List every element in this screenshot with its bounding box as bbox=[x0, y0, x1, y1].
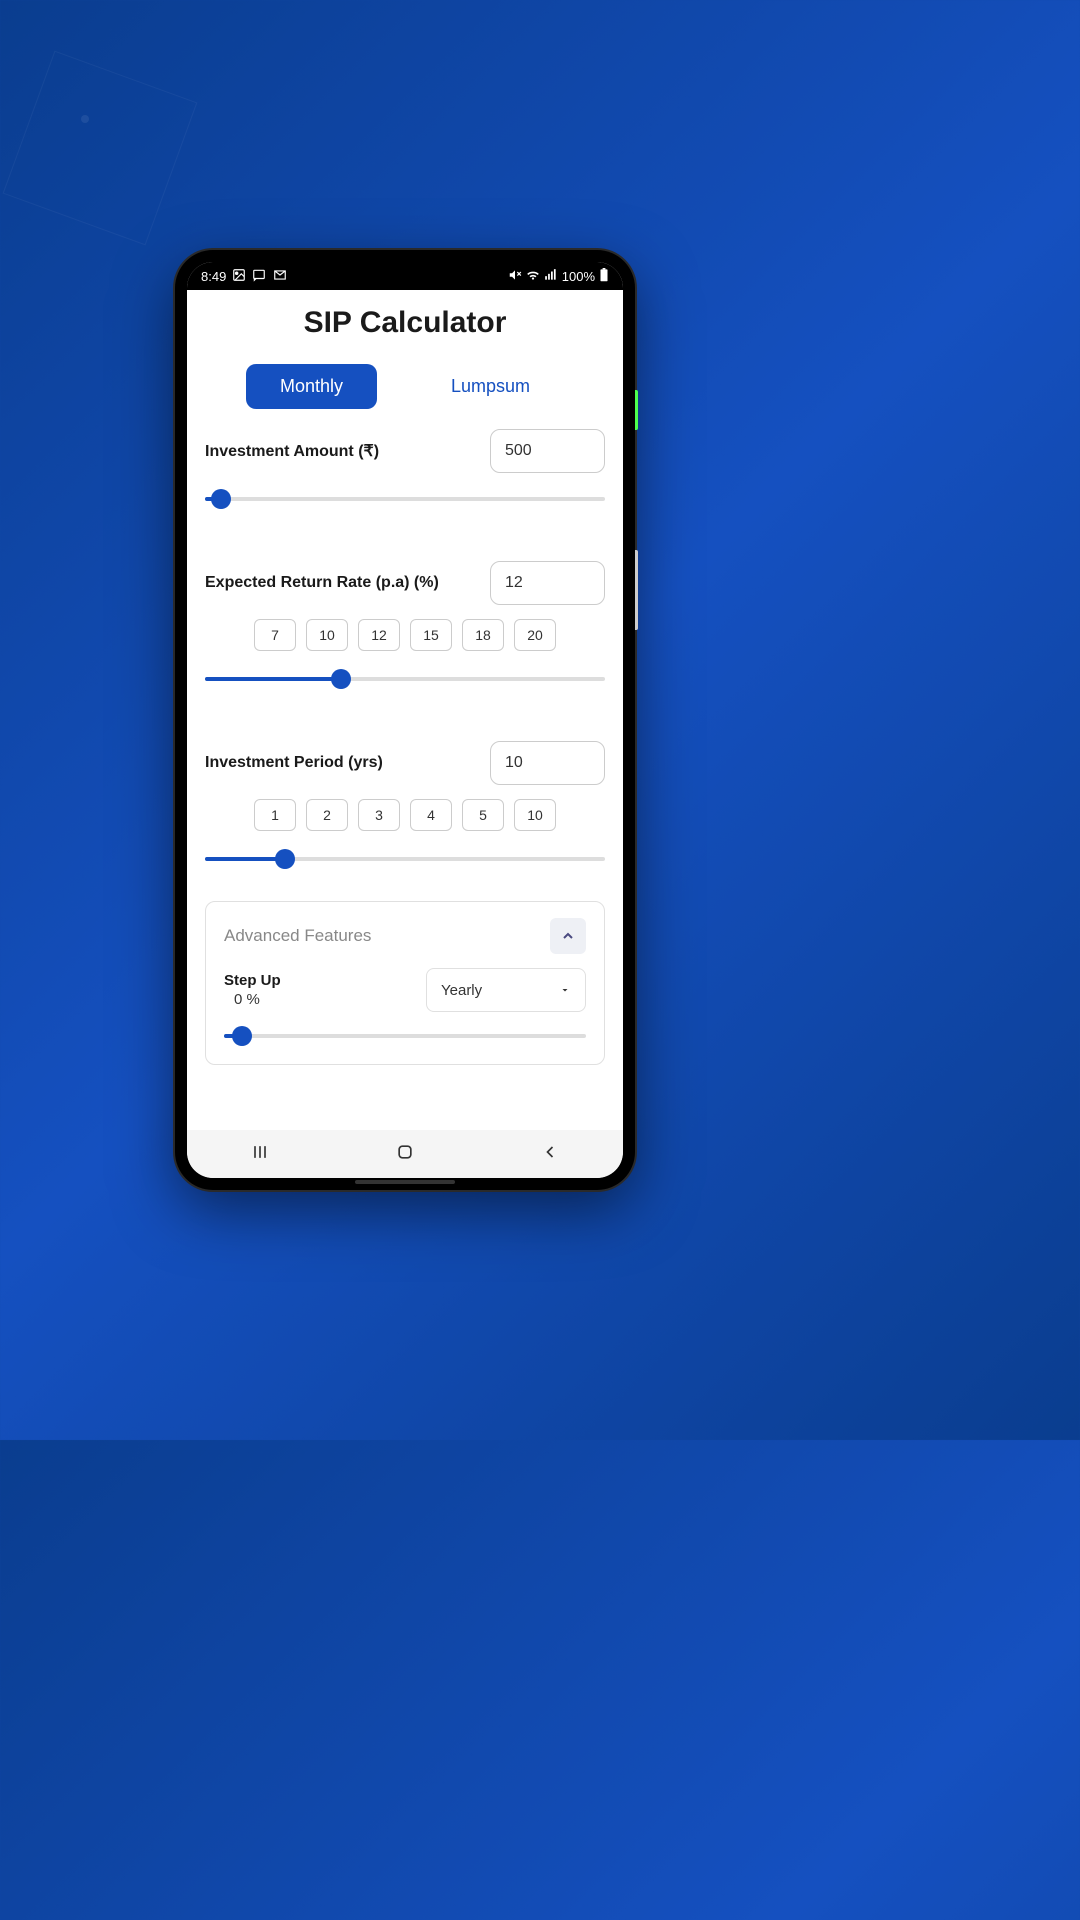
battery-icon bbox=[599, 268, 609, 285]
image-icon bbox=[232, 268, 246, 285]
period-chip[interactable]: 2 bbox=[306, 799, 348, 831]
nav-recents[interactable] bbox=[250, 1142, 270, 1167]
advanced-title: Advanced Features bbox=[224, 926, 371, 946]
rate-chip[interactable]: 7 bbox=[254, 619, 296, 651]
app-content: SIP Calculator Monthly Lumpsum Investmen… bbox=[187, 290, 623, 1130]
page-title: SIP Calculator bbox=[187, 290, 623, 364]
amount-label: Investment Amount (₹) bbox=[205, 441, 379, 461]
period-chips: 1 2 3 4 5 10 bbox=[205, 799, 605, 831]
nav-bar bbox=[187, 1130, 623, 1178]
signal-icon bbox=[544, 268, 558, 285]
rate-chip[interactable]: 10 bbox=[306, 619, 348, 651]
rate-slider[interactable] bbox=[205, 667, 605, 691]
phone-frame: 8:49 bbox=[175, 250, 635, 1190]
tabs: Monthly Lumpsum bbox=[187, 364, 623, 429]
phone-volume-button bbox=[635, 550, 638, 630]
period-slider[interactable] bbox=[205, 847, 605, 871]
amount-input[interactable] bbox=[490, 429, 605, 473]
stepup-slider[interactable] bbox=[224, 1024, 586, 1048]
rate-label: Expected Return Rate (p.a) (%) bbox=[205, 574, 439, 592]
chevron-down-icon bbox=[559, 984, 571, 996]
status-battery-text: 100% bbox=[562, 269, 595, 284]
period-chip[interactable]: 3 bbox=[358, 799, 400, 831]
chevron-up-icon bbox=[560, 928, 576, 944]
period-label: Investment Period (yrs) bbox=[205, 754, 383, 772]
frequency-selected: Yearly bbox=[441, 982, 482, 999]
period-chip[interactable]: 10 bbox=[514, 799, 556, 831]
stepup-label: Step Up bbox=[224, 972, 281, 989]
tab-lumpsum[interactable]: Lumpsum bbox=[417, 364, 564, 409]
phone-screen: 8:49 bbox=[187, 262, 623, 1178]
frequency-dropdown[interactable]: Yearly bbox=[426, 968, 586, 1012]
status-bar: 8:49 bbox=[187, 262, 623, 290]
period-chip[interactable]: 1 bbox=[254, 799, 296, 831]
stepup-value: 0 % bbox=[224, 991, 281, 1008]
rate-chip[interactable]: 20 bbox=[514, 619, 556, 651]
mute-icon bbox=[508, 268, 522, 285]
wifi-icon bbox=[526, 268, 540, 285]
amount-slider[interactable] bbox=[205, 487, 605, 511]
message-icon bbox=[252, 268, 266, 285]
rate-chip[interactable]: 12 bbox=[358, 619, 400, 651]
rate-chips: 7 10 12 15 18 20 bbox=[205, 619, 605, 651]
nav-back[interactable] bbox=[540, 1142, 560, 1167]
period-chip[interactable]: 4 bbox=[410, 799, 452, 831]
mail-icon bbox=[272, 268, 288, 285]
tab-monthly[interactable]: Monthly bbox=[246, 364, 377, 409]
home-indicator bbox=[355, 1180, 455, 1184]
phone-power-button bbox=[635, 390, 638, 430]
period-chip[interactable]: 5 bbox=[462, 799, 504, 831]
advanced-card: Advanced Features Step Up 0 % Yearly bbox=[205, 901, 605, 1065]
nav-home[interactable] bbox=[395, 1142, 415, 1167]
rate-chip[interactable]: 18 bbox=[462, 619, 504, 651]
rate-chip[interactable]: 15 bbox=[410, 619, 452, 651]
period-input[interactable] bbox=[490, 741, 605, 785]
collapse-button[interactable] bbox=[550, 918, 586, 954]
rate-input[interactable] bbox=[490, 561, 605, 605]
status-time: 8:49 bbox=[201, 269, 226, 284]
